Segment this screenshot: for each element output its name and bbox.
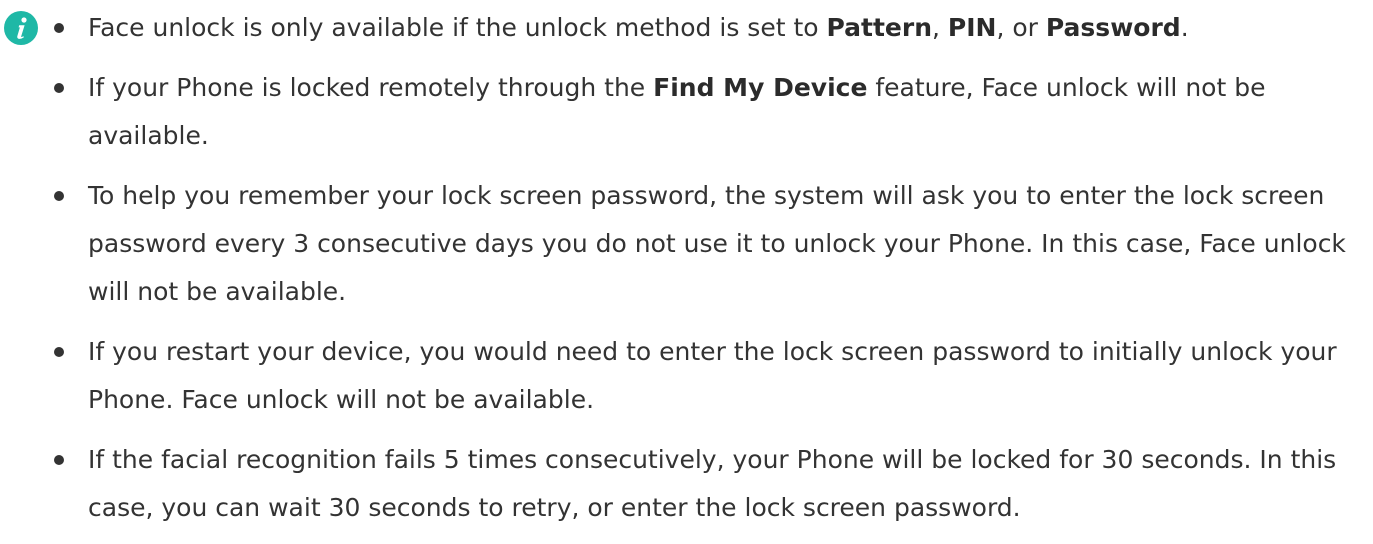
note-2-intro: If your Phone is locked remotely through…	[88, 73, 654, 102]
note-password-reminder: To help you remember your lock screen pa…	[52, 172, 1370, 316]
note-recognition-fails: If the facial recognition fails 5 times …	[52, 436, 1370, 532]
note-restart-device: If you restart your device, you would ne…	[52, 328, 1370, 424]
info-icon	[4, 11, 38, 45]
note-face-unlock-methods: Face unlock is only available if the unl…	[52, 4, 1370, 52]
method-pin: PIN	[947, 13, 997, 42]
note-1-intro: Face unlock is only available if the unl…	[88, 13, 827, 42]
feature-find-my-device: Find My Device	[653, 73, 868, 102]
notes-list: Face unlock is only available if the unl…	[52, 0, 1370, 544]
method-pattern: Pattern	[826, 13, 933, 42]
note-1-or: , or	[996, 13, 1046, 42]
method-password: Password	[1045, 13, 1181, 42]
note-1-comma: ,	[932, 13, 948, 42]
note-find-my-device: If your Phone is locked remotely through…	[52, 64, 1370, 160]
note-1-end: .	[1180, 13, 1189, 42]
